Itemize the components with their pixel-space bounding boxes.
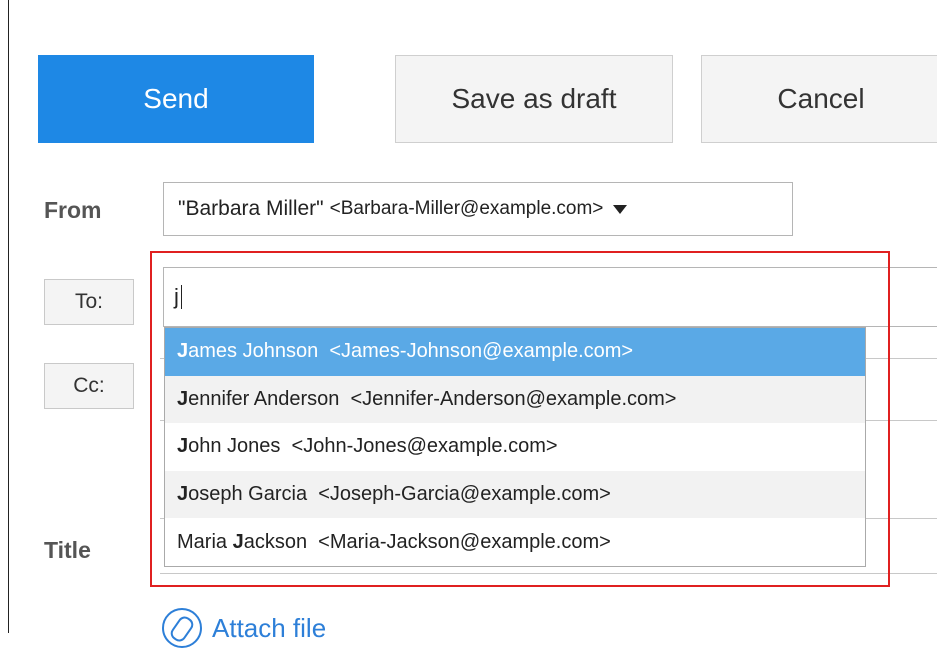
title-field-bottom-border: [160, 573, 937, 574]
attach-file-link[interactable]: Attach file: [162, 608, 326, 648]
suggestion-item[interactable]: Jennifer Anderson <Jennifer-Anderson@exa…: [165, 375, 865, 424]
window-border: [8, 0, 9, 633]
suggestion-match: J: [177, 387, 189, 410]
attach-file-label: Attach file: [212, 612, 327, 643]
suggestion-item[interactable]: Maria Jackson <Maria-Jackson@example.com…: [165, 518, 865, 566]
from-email: <Barbara-Miller@example.com>: [329, 198, 604, 219]
suggestion-rest: oseph Garcia <Joseph-Garcia@example.com>: [188, 483, 611, 506]
suggestion-match: J: [232, 530, 244, 553]
from-name: "Barbara Miller": [178, 197, 324, 220]
cc-address-book-button[interactable]: Cc:: [44, 363, 134, 409]
suggestion-prefix: Maria: [177, 530, 233, 553]
suggestion-match: J: [177, 340, 189, 363]
suggestion-match: J: [177, 483, 189, 506]
send-button[interactable]: Send: [38, 55, 314, 143]
suggestion-rest: ames Johnson <James-Johnson@example.com>: [188, 340, 634, 363]
cancel-button[interactable]: Cancel: [701, 55, 937, 143]
to-input-value: j: [174, 284, 179, 309]
suggestion-item[interactable]: John Jones <John-Jones@example.com>: [165, 423, 865, 471]
suggestion-rest: ohn Jones <John-Jones@example.com>: [188, 435, 558, 458]
save-as-draft-button[interactable]: Save as draft: [395, 55, 673, 143]
suggestion-item[interactable]: Joseph Garcia <Joseph-Garcia@example.com…: [165, 470, 865, 519]
suggestion-rest: ackson <Maria-Jackson@example.com>: [243, 530, 611, 553]
suggestion-rest: ennifer Anderson <Jennifer-Anderson@exam…: [188, 387, 677, 410]
to-address-book-button[interactable]: To:: [44, 279, 134, 325]
paperclip-icon: [162, 608, 202, 648]
suggestion-match: J: [177, 435, 189, 458]
chevron-down-icon: [613, 204, 628, 214]
from-select[interactable]: "Barbara Miller" <Barbara-Miller@example…: [163, 182, 793, 236]
from-label: From: [44, 197, 102, 223]
autocomplete-dropdown: James Johnson <James-Johnson@example.com…: [164, 327, 866, 567]
to-input[interactable]: j: [163, 267, 937, 327]
text-cursor: [180, 285, 182, 309]
suggestion-item[interactable]: James Johnson <James-Johnson@example.com…: [165, 328, 865, 376]
title-label: Title: [44, 537, 91, 563]
